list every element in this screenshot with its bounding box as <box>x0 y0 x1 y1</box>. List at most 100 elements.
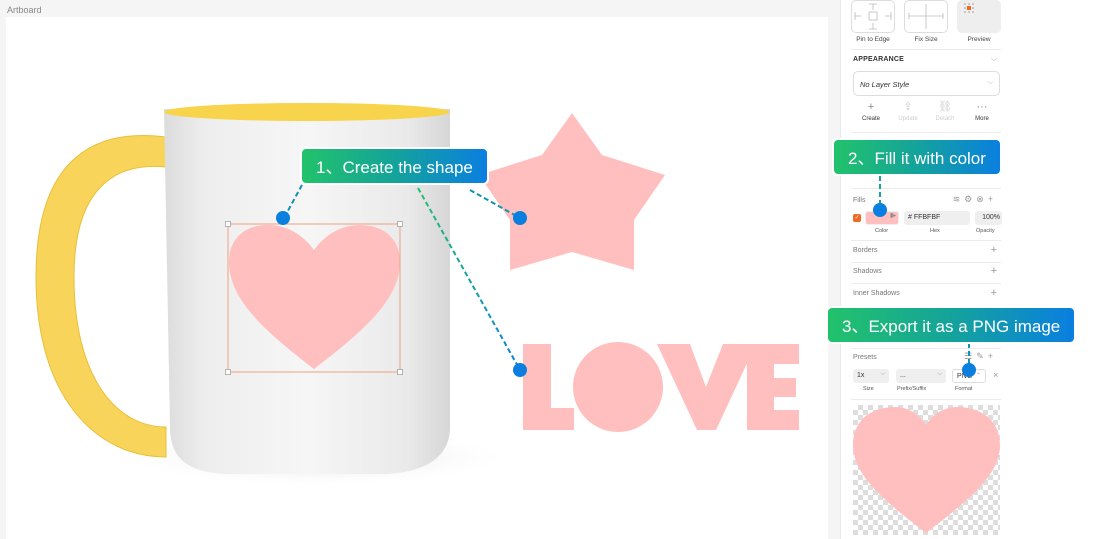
fix-size-icon[interactable] <box>904 0 948 33</box>
plus-icon: + <box>867 101 875 113</box>
style-actions: + Create ⇪ Update ⛓ Detach ··· More <box>853 100 1000 122</box>
export-size-value: 1x <box>857 372 865 379</box>
update-label: Update <box>898 116 918 122</box>
divider <box>851 188 1001 189</box>
add-export-icon[interactable]: + <box>988 351 997 361</box>
add-border-icon[interactable]: + <box>991 244 997 256</box>
shadows-title: Shadows <box>853 268 882 275</box>
export-prefix-value: ... <box>900 372 906 379</box>
layer-style-dropdown[interactable]: No Layer Style ⌵ <box>853 71 1000 96</box>
pin-to-edge-option[interactable]: Pin to Edge <box>851 0 895 46</box>
export-prefix-select[interactable]: ... ⌵ <box>896 369 946 383</box>
export-presets-title: Presets <box>853 354 877 361</box>
layers-icon[interactable]: ≋ <box>953 194 965 204</box>
export-preview <box>853 405 1000 535</box>
callout-step-1: 1、Create the shape <box>300 147 489 185</box>
resize-handle-tl[interactable] <box>225 221 231 227</box>
more-icon: ··· <box>976 101 988 113</box>
edit-icon[interactable]: ✎ <box>976 351 988 361</box>
resize-handle-bl[interactable] <box>225 369 231 375</box>
color-label: Color <box>875 228 889 234</box>
fills-title: Fills <box>853 197 866 204</box>
preview-icon[interactable] <box>957 0 1001 33</box>
export-toolbar: ☰✎+ <box>964 351 997 362</box>
update-icon: ⇪ <box>903 101 913 113</box>
right-margin <box>1005 0 1102 539</box>
fill-hex-input[interactable]: # FFBFBF <box>904 211 970 225</box>
add-inner-shadow-icon[interactable]: + <box>991 287 997 299</box>
chevron-down-icon: ⌵ <box>987 79 993 86</box>
blend-icon[interactable]: ⊗ <box>976 194 988 204</box>
letter-l <box>523 344 574 430</box>
star-shape[interactable] <box>479 113 665 270</box>
divider <box>851 132 1001 133</box>
fix-size-option[interactable]: Fix Size <box>904 0 948 46</box>
artboard-content <box>35 103 799 487</box>
create-style-button[interactable]: + Create <box>853 100 889 122</box>
hex-label: Hex <box>930 228 940 234</box>
divider <box>851 399 1001 400</box>
app-window: Artboard Pin to Edge Fix Size Preview AP… <box>0 0 1102 539</box>
letter-e <box>747 344 799 430</box>
callout-step-2: 2、Fill it with color <box>832 138 1002 176</box>
more-button[interactable]: ··· More <box>964 100 1000 122</box>
more-label: More <box>975 116 989 122</box>
update-style-button[interactable]: ⇪ Update <box>890 100 926 122</box>
chevron-down-icon: ⌵ <box>880 371 885 377</box>
stepper-icon: ⌃ <box>975 373 981 379</box>
mug-handle <box>35 135 167 458</box>
detach-style-button[interactable]: ⛓ Detach <box>927 100 963 122</box>
fill-row: ✓ ▮▸ # FFBFBF 100% <box>853 211 1003 225</box>
resizing-options: Pin to Edge Fix Size Preview <box>851 0 1001 46</box>
add-fill-icon[interactable]: + <box>988 194 997 204</box>
detach-icon: ⛓ <box>938 101 952 113</box>
layer-style-value: No Layer Style <box>860 80 910 89</box>
borders-title: Borders <box>853 247 878 254</box>
pin-to-edge-icon[interactable] <box>851 0 895 33</box>
prefix-suffix-label: Prefix/Suffix <box>897 386 927 392</box>
fills-toolbar: ≋⚙⊗+ <box>953 194 997 205</box>
love-text-shape[interactable] <box>523 342 799 432</box>
divider <box>851 283 1001 284</box>
export-size-select[interactable]: 1x ⌵ <box>853 369 889 383</box>
artboard-label[interactable]: Artboard <box>7 5 42 15</box>
remove-export-icon[interactable]: × <box>993 370 998 380</box>
letter-v <box>657 344 756 430</box>
inner-shadows-title: Inner Shadows <box>853 290 900 297</box>
appearance-collapse-chevron-icon[interactable]: ⌵ <box>991 54 997 64</box>
chevron-down-icon: ⌵ <box>937 371 942 377</box>
canvas-area[interactable]: Artboard <box>0 0 840 539</box>
fill-opacity-input[interactable]: 100% <box>975 211 1002 225</box>
inspector-sidebar: Pin to Edge Fix Size Preview APPEARANCE … <box>840 0 1005 539</box>
resize-handle-br[interactable] <box>397 369 403 375</box>
settings-icon[interactable]: ⚙ <box>964 194 976 204</box>
letter-o <box>573 342 663 432</box>
export-settings-icon[interactable]: ☰ <box>964 351 976 361</box>
export-format-select[interactable]: PNG ⌃ <box>952 369 986 383</box>
preview-heart-shape <box>853 407 1000 533</box>
preview-label: Preview <box>967 36 991 43</box>
detach-label: Detach <box>935 116 955 122</box>
divider <box>851 240 1001 241</box>
resize-handle-tr[interactable] <box>397 221 403 227</box>
divider <box>851 348 1001 349</box>
fill-enabled-checkbox[interactable]: ✓ <box>853 214 861 222</box>
create-label: Create <box>861 116 880 122</box>
divider <box>851 262 1001 263</box>
opacity-label: Opacity <box>976 228 995 234</box>
preview-heart-svg <box>853 407 1000 533</box>
format-label: Format <box>955 386 973 392</box>
mug-rim <box>164 103 450 121</box>
export-preset-row: 1x ⌵ ... ⌵ PNG ⌃ × <box>853 369 1003 383</box>
artboard[interactable] <box>6 17 828 539</box>
add-shadow-icon[interactable]: + <box>991 265 997 277</box>
export-format-value: PNG <box>957 373 973 380</box>
size-label: Size <box>863 386 874 392</box>
fix-size-label: Fix Size <box>914 36 938 43</box>
preview-option[interactable]: Preview <box>957 0 1001 46</box>
callout-step-3: 3、Export it as a PNG image <box>826 306 1077 344</box>
color-picker-icon[interactable]: ▮▸ <box>890 212 896 219</box>
divider <box>851 49 1001 50</box>
appearance-title: APPEARANCE <box>853 56 905 63</box>
pin-to-edge-label: Pin to Edge <box>856 36 890 43</box>
